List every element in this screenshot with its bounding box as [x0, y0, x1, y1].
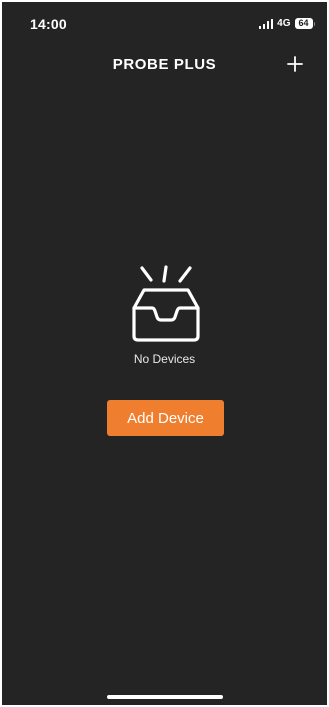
- empty-state-label: No Devices: [133, 352, 196, 366]
- page-title: PROBE PLUS: [112, 56, 217, 73]
- status-time: 14:00: [30, 16, 67, 32]
- battery-icon: 64: [294, 18, 315, 29]
- app-screen: 14:00 4G 64 PROBE PLUS No Devices Add De…: [2, 2, 327, 705]
- empty-inbox-icon: [132, 265, 200, 342]
- network-type: 4G: [277, 18, 291, 29]
- plus-icon: [287, 56, 303, 72]
- battery-level: 64: [294, 18, 313, 29]
- add-button[interactable]: [283, 52, 307, 76]
- home-indicator[interactable]: [107, 695, 223, 699]
- cellular-signal-icon: [258, 18, 274, 29]
- status-bar-right: 4G 64: [258, 18, 315, 29]
- add-device-button[interactable]: Add Device: [107, 400, 224, 436]
